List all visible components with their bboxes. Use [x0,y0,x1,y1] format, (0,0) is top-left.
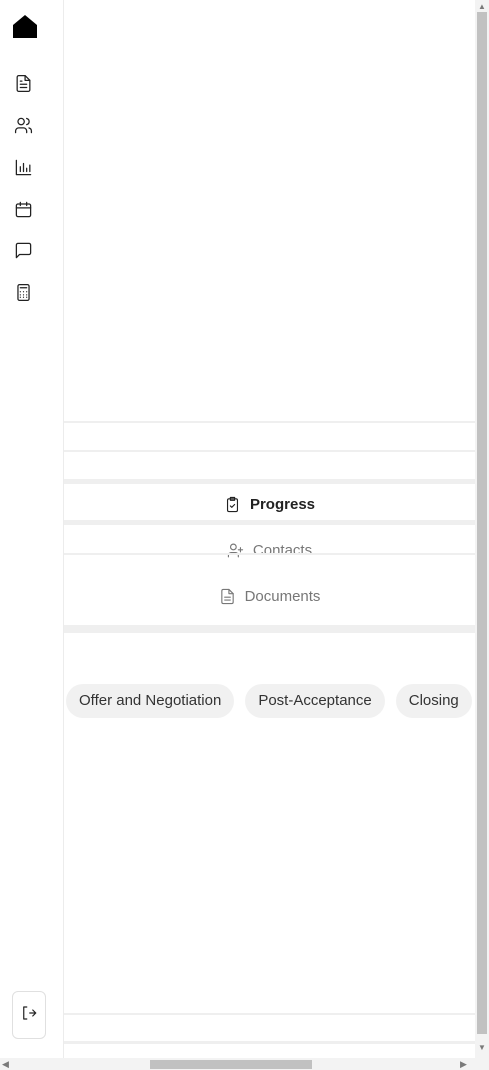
divider [64,1041,475,1044]
divider [64,421,475,423]
tab-label: Progress [249,495,316,513]
scroll-left-arrow-icon[interactable]: ◀ [2,1059,9,1069]
horizontal-scroll-thumb[interactable] [150,1060,312,1069]
tab-label: Documents [244,587,321,605]
calculator-icon[interactable] [12,281,34,303]
tab-contacts[interactable]: Contacts [64,537,475,563]
stage-chip-closing[interactable]: Closing [395,684,472,718]
stage-chip-post-acceptance[interactable]: Post-Acceptance [245,684,385,718]
file-text-icon [219,588,245,605]
horizontal-scrollbar[interactable]: ◀ ▶ [0,1058,475,1070]
logout-button[interactable] [12,991,46,1039]
file-text-icon[interactable] [12,72,34,94]
home-icon[interactable] [12,13,38,39]
user-plus-icon [227,542,253,559]
divider [64,520,475,525]
divider [64,1013,475,1015]
sidebar [0,0,64,1058]
main-content: Progress Contacts Documents Offer and Ne… [64,0,475,1058]
clipboard-check-icon [224,496,250,513]
scroll-right-arrow-icon[interactable]: ▶ [460,1059,467,1069]
bar-chart-icon[interactable] [12,156,34,178]
scroll-up-arrow-icon[interactable]: ▲ [478,2,486,12]
tab-documents[interactable]: Documents [64,582,475,610]
divider [64,450,475,452]
divider [64,553,475,555]
calendar-icon[interactable] [12,198,34,220]
stage-chips: Offer and Negotiation Post-Acceptance Cl… [66,684,472,718]
divider [64,479,475,484]
divider [64,625,475,633]
vertical-scroll-thumb[interactable] [477,12,487,1034]
users-icon[interactable] [12,114,34,136]
log-out-icon [20,1004,38,1027]
scroll-down-arrow-icon[interactable]: ▼ [478,1043,486,1053]
message-square-icon[interactable] [12,239,34,261]
vertical-scrollbar[interactable]: ▲ ▼ [475,0,489,1058]
scrollbar-corner [475,1058,489,1070]
tab-label: Contacts [252,541,313,559]
tab-progress[interactable]: Progress [64,490,475,518]
stage-chip-offer-negotiation[interactable]: Offer and Negotiation [66,684,235,718]
